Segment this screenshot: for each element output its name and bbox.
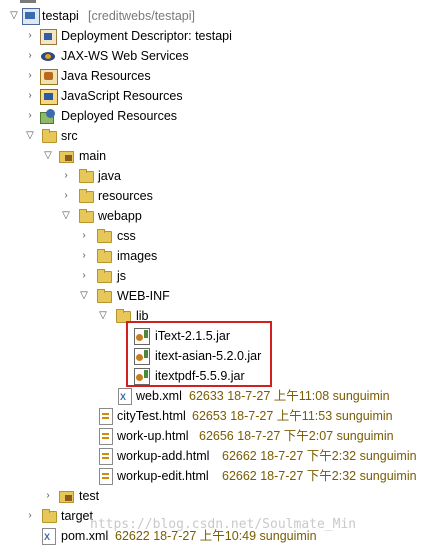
tree-item-label: css [117,229,136,243]
tree-item-label: WEB-INF [117,289,170,303]
file-info: 62656 18-7-27 下午2:07 sunguimin [199,429,394,443]
expand-arrow-icon[interactable]: ▽ [24,126,36,146]
collapse-arrow-icon[interactable]: › [60,186,72,206]
collapse-arrow-icon[interactable]: › [24,26,36,46]
source-folder-icon [59,149,75,163]
html-file-icon [99,408,113,425]
project-explorer: { "tree": { "project": { "label": "testa… [0,0,443,549]
tree-item-label: js [117,269,127,283]
tree-item-label: target [61,509,93,523]
file-info: 62662 18-7-27 下午2:32 sunguimin [222,469,417,483]
html-file-icon [99,428,113,445]
folder-icon [42,509,57,523]
project-location: [creditwebs/testapi] [88,9,195,23]
tree-item-label: web.xml [136,389,182,403]
file-info: 62662 18-7-27 下午2:32 sunguimin [222,449,417,463]
tree-item-label: Deployment Descriptor: testapi [61,29,232,43]
folder-icon [79,209,94,223]
tree-item-label: main [79,149,107,163]
tree-item-label: images [117,249,158,263]
tree-item-label: src [61,129,78,143]
expand-arrow-icon[interactable]: ▽ [42,146,54,166]
tree-item-label: cityTest.html [117,409,186,423]
folder-icon [79,169,94,183]
collapse-arrow-icon[interactable]: › [24,106,36,126]
java-resources-icon [40,69,58,85]
tree-item-label: webapp [98,209,142,223]
collapse-arrow-icon[interactable]: › [24,66,36,86]
html-file-icon [99,468,113,485]
expand-arrow-icon[interactable]: ▽ [8,6,20,26]
folder-icon [97,289,112,303]
scroll-remnant [20,0,36,3]
maven-pom-icon [42,527,56,547]
tree-item-label: JavaScript Resources [61,89,183,103]
collapse-arrow-icon[interactable]: › [24,46,36,66]
tree-item-label: workup-add.html [117,449,210,463]
deployment-descriptor-icon [40,29,57,45]
collapse-arrow-icon[interactable]: › [78,226,90,246]
watermark-text: https://blog.csdn.net/Soulmate_Min [90,517,357,532]
collapse-arrow-icon[interactable]: › [24,506,36,526]
highlight-box [126,321,272,387]
tree-item-label: workup-edit.html [117,469,209,483]
tree-item-label: Java Resources [61,69,151,83]
tree-item-label: work-up.html [117,429,189,443]
folder-icon [42,129,57,143]
folder-icon [97,269,112,283]
tree-item-label: test [79,489,100,503]
tree-item-label: Deployed Resources [61,109,178,123]
collapse-arrow-icon[interactable]: › [24,86,36,106]
tree-item-label: resources [98,189,153,203]
folder-icon [79,189,94,203]
folder-icon [97,229,112,243]
tree-item-label: java [98,169,121,183]
expand-arrow-icon[interactable]: ▽ [60,206,72,226]
web-services-icon [40,49,56,63]
expand-arrow-icon[interactable]: ▽ [97,306,109,326]
collapse-arrow-icon[interactable]: › [78,246,90,266]
file-info: 62633 18-7-27 上午11:08 sunguimin [189,389,390,403]
collapse-arrow-icon[interactable]: › [42,486,54,506]
collapse-arrow-icon[interactable]: › [60,166,72,186]
xml-file-icon [118,387,132,407]
file-info: 62653 18-7-27 上午11:53 sunguimin [192,409,393,423]
web-project-icon [22,8,40,25]
source-folder-icon [59,489,75,503]
collapse-arrow-icon[interactable]: › [78,266,90,286]
html-file-icon [99,448,113,465]
deployed-resources-icon [40,109,56,124]
project-label: testapi [42,9,79,23]
javascript-resources-icon [40,89,58,105]
tree-item-label: JAX-WS Web Services [61,49,189,63]
expand-arrow-icon[interactable]: ▽ [78,286,90,306]
folder-icon [97,249,112,263]
